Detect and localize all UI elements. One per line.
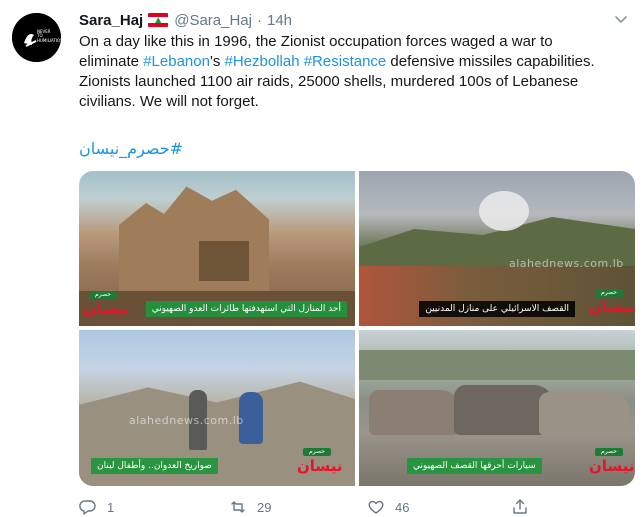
reply-icon [79, 500, 96, 515]
heart-icon [368, 500, 384, 514]
lebanon-flag-icon [148, 13, 169, 27]
watermark: alahednews.com.lb [129, 414, 244, 427]
avatar-text: NEVER TO HUMILIATION [37, 29, 61, 43]
tweet[interactable]: NEVER TO HUMILIATION Sara_Haj @Sara_Haj … [0, 0, 644, 517]
badge-big: نيسان [589, 457, 635, 475]
badge-logo: حصرم نيسان [297, 448, 343, 480]
image-caption: صواريخ العدوان.. وأطفال لبنان [91, 458, 218, 474]
tweet-text-line: Zionists launched 1100 air raids, 25000 … [79, 73, 579, 90]
burned-car [539, 392, 629, 436]
image-caption: القصف الاسرائيلي على منازل المدنيين [419, 301, 575, 317]
badge-logo: حصرم نيسان [589, 289, 635, 321]
hashtag-resistance[interactable]: #Resistance [304, 53, 387, 70]
smoke-cloud [479, 191, 529, 231]
badge-small: حصرم [89, 291, 117, 299]
tweet-text: On a day like this in 1996, the Zionist … [79, 32, 635, 112]
badge-big: نيسان [83, 300, 129, 318]
text-segment: defensive missiles capabilities. [386, 53, 595, 70]
retweet-icon [231, 501, 245, 513]
watermark: alahednews.com.lb [509, 257, 624, 270]
media-grid: أحد المنازل التي استهدفتها طائرات العدو … [79, 171, 635, 486]
tweet-text-line: eliminate #Lebanon's #Hezbollah #Resista… [79, 52, 635, 72]
media-image-4[interactable]: سيارات أحرقها القصف الصهيوني حصرم نيسان [359, 330, 635, 486]
tweet-actions: 1 29 46 [79, 497, 635, 517]
text-segment: eliminate [79, 53, 144, 70]
tweet-header: Sara_Haj @Sara_Haj · 14h [79, 10, 292, 30]
badge-small: حصرم [303, 448, 331, 456]
gate [199, 241, 249, 281]
avatar[interactable]: NEVER TO HUMILIATION [12, 13, 61, 62]
badge-logo: حصرم نيسان [83, 291, 129, 323]
badge-big: نيسان [589, 298, 635, 316]
media-image-2[interactable]: alahednews.com.lb القصف الاسرائيلي على م… [359, 171, 635, 326]
like-count: 46 [395, 499, 410, 515]
text-segment: 's [209, 53, 225, 70]
tweet-text-line: On a day like this in 1996, the Zionist … [79, 33, 553, 50]
retweet-count: 29 [257, 499, 272, 515]
media-image-1[interactable]: أحد المنازل التي استهدفتها طائرات العدو … [79, 171, 355, 326]
tweet-text-line: civilians. We will not forget. [79, 93, 259, 110]
hashtag-arabic[interactable]: #حصرم_نيسان [79, 139, 183, 158]
like-button[interactable]: 46 [367, 497, 409, 517]
hashtag-lebanon[interactable]: #Lebanon [143, 53, 210, 70]
reply-count: 1 [107, 499, 115, 515]
share-button[interactable] [511, 497, 529, 517]
badge-small: حصرم [595, 448, 623, 456]
chevron-down-icon[interactable] [612, 10, 630, 28]
share-icon [513, 499, 527, 514]
author-name[interactable]: Sara_Haj [79, 12, 143, 29]
image-caption: سيارات أحرقها القصف الصهيوني [407, 458, 542, 474]
treeline [359, 350, 635, 380]
retweet-button[interactable]: 29 [229, 497, 271, 517]
tweet-timestamp[interactable]: 14h [267, 12, 292, 29]
separator-dot: · [256, 11, 262, 29]
badge-big: نيسان [297, 457, 343, 475]
badge-small: حصرم [595, 289, 623, 297]
author-handle[interactable]: @Sara_Haj [174, 12, 252, 29]
image-caption: أحد المنازل التي استهدفتها طائرات العدو … [145, 301, 347, 317]
reply-button[interactable]: 1 [79, 497, 114, 517]
burned-car [369, 390, 459, 435]
badge-logo: حصرم نيسان [589, 448, 635, 480]
media-image-3[interactable]: alahednews.com.lb صواريخ العدوان.. وأطفا… [79, 330, 355, 486]
hashtag-hezbollah[interactable]: #Hezbollah [224, 53, 299, 70]
